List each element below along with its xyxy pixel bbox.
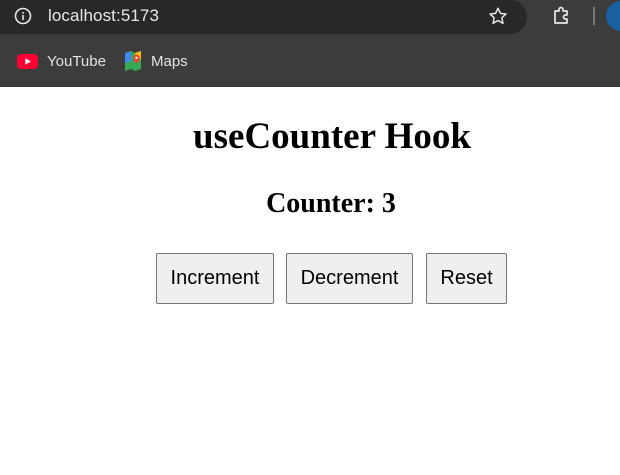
bookmark-label: Maps: [151, 52, 188, 70]
bookmarks-bar: YouTube Maps: [0, 40, 620, 87]
site-info-icon[interactable]: [14, 7, 32, 25]
counter-display: Counter: 3: [266, 188, 396, 219]
increment-button[interactable]: Increment: [156, 253, 274, 304]
bookmark-star-icon[interactable]: [487, 5, 509, 27]
decrement-button[interactable]: Decrement: [286, 253, 413, 304]
page-content: useCounter Hook Counter: 3 Increment Dec…: [0, 87, 620, 475]
maps-icon: [124, 51, 142, 71]
extensions-icon[interactable]: [550, 4, 574, 28]
toolbar: localhost:5173: [0, 0, 620, 40]
profile-avatar[interactable]: [606, 1, 620, 31]
bookmark-maps[interactable]: Maps: [124, 50, 188, 72]
bookmark-label: YouTube: [47, 52, 106, 70]
url-text[interactable]: localhost:5173: [48, 6, 159, 26]
browser-chrome: localhost:5173 YouTube Maps: [0, 0, 620, 87]
page-title: useCounter Hook: [193, 116, 471, 157]
bookmark-youtube[interactable]: YouTube: [17, 50, 106, 72]
youtube-icon: [17, 53, 38, 69]
reset-button[interactable]: Reset: [426, 253, 507, 304]
toolbar-divider: [593, 7, 595, 25]
